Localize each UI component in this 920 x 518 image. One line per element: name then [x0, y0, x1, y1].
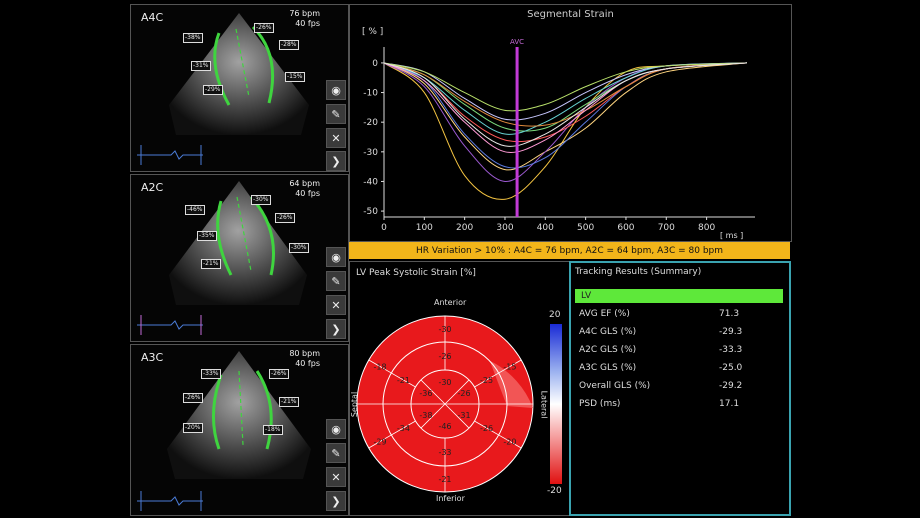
x-tick-label: 100 [416, 223, 433, 233]
strain-plot: 0-10-20-30-40-500 100 200 300 400 500 600 700 80… [363, 38, 755, 233]
echo-view-a3c: A3C 80 bpm 40 fps -33% -26% -26% -21% -20… [130, 344, 349, 516]
outer-segment-value: -15 [503, 363, 516, 372]
segment-label: -46% [185, 205, 205, 215]
view-title: A4C [141, 11, 164, 24]
segment-label: -26% [275, 213, 295, 223]
segment-label: -30% [289, 243, 309, 253]
segmental-strain-panel: Segmental Strain [ % ] [ ms ] 0 -10 -20 -30… [349, 4, 792, 242]
segment-label: -21% [279, 397, 299, 407]
apical-segment-value: -26 [458, 389, 471, 398]
x-tick-label: 600 [617, 223, 634, 233]
eye-icon[interactable]: ◉ [326, 247, 346, 267]
echo-image-a3c [137, 351, 311, 511]
strain-curve [383, 62, 747, 171]
mid-segment-value: -34 [397, 424, 410, 433]
segment-label: -21% [201, 259, 221, 269]
colorbar [550, 324, 562, 484]
y-tick-label: -20 [363, 118, 378, 128]
apical-segment-value: -46 [438, 422, 451, 431]
strain-curve [383, 62, 747, 147]
x-tick-label: 0 [381, 223, 387, 233]
y-tick-label: 0 [372, 59, 378, 69]
apical-segment-value: -31 [458, 411, 471, 420]
x-tick-label: 500 [577, 223, 594, 233]
x-tick-label: 700 [658, 223, 675, 233]
strain-curve [383, 62, 747, 135]
segment-label: -33% [201, 369, 221, 379]
segment-label: -28% [279, 40, 299, 50]
frame-rate: 80 bpm 40 fps [289, 349, 320, 368]
echo-view-a2c: A2C 64 bpm 40 fps -46% -30% -35% -26% -21… [130, 174, 349, 342]
close-icon[interactable]: ✕ [326, 467, 346, 487]
y-tick-label: -10 [363, 89, 378, 99]
lv-header-label: LV [581, 291, 592, 301]
view-title: A3C [141, 351, 164, 364]
segment-label: -15% [285, 72, 305, 82]
outer-segment-value: -18 [374, 363, 387, 372]
x-tick-label: 300 [496, 223, 513, 233]
result-row: A2C GLS (%) -33.3 [579, 345, 743, 355]
outer-segment-value: -21 [438, 475, 451, 484]
tracking-results-panel: Tracking Results (Summary) LV AVG EF (%)… [569, 261, 791, 516]
result-row: A4C GLS (%) -29.3 [579, 327, 743, 337]
view-title: A2C [141, 181, 164, 194]
strain-curve [383, 62, 747, 153]
chevron-right-icon[interactable]: ❯ [326, 151, 346, 171]
segment-label: -26% [269, 369, 289, 379]
pencil-icon[interactable]: ✎ [326, 271, 346, 291]
bullseye-panel: LV Peak Systolic Strain [%] Anterior Inf… [349, 261, 570, 516]
avc-label: AVC [510, 38, 524, 46]
eye-icon[interactable]: ◉ [326, 419, 346, 439]
outer-segment-value: -29 [374, 438, 387, 447]
colorbar-min: -20 [547, 486, 562, 496]
frame-rate: 64 bpm 40 fps [289, 179, 320, 198]
echo-view-a4c: A4C 76 bpm 40 fps -38% -26% -31% -28% -29… [130, 4, 349, 172]
pencil-icon[interactable]: ✎ [326, 104, 346, 124]
result-row: A3C GLS (%) -25.0 [579, 363, 743, 373]
result-row: Overall GLS (%) -29.2 [579, 381, 743, 391]
segment-label: -35% [197, 231, 217, 241]
y-tick-label: -40 [363, 177, 378, 187]
close-icon[interactable]: ✕ [326, 295, 346, 315]
outer-segment-value: -20 [503, 438, 516, 447]
segment-label: -20% [183, 423, 203, 433]
segment-label: -31% [191, 61, 211, 71]
mid-segment-value: -21 [397, 376, 410, 385]
x-tick-label: 800 [698, 223, 715, 233]
mid-segment-value: -25 [480, 376, 493, 385]
segment-label: -38% [183, 33, 203, 43]
mid-segment-value: -26 [480, 424, 493, 433]
pencil-icon[interactable]: ✎ [326, 443, 346, 463]
segment-label: -30% [251, 195, 271, 205]
hr-variation-warning: HR Variation > 10% : A4C = 76 bpm, A2C =… [349, 242, 790, 259]
frame-rate: 76 bpm 40 fps [289, 9, 320, 28]
segment-label: -26% [183, 393, 203, 403]
apical-segment-value: -30 [438, 378, 451, 387]
tracking-title: Tracking Results (Summary) [575, 267, 702, 277]
result-row: PSD (ms) 17.1 [579, 399, 740, 409]
x-tick-label: 400 [537, 223, 554, 233]
close-icon[interactable]: ✕ [326, 128, 346, 148]
eye-icon[interactable]: ◉ [326, 80, 346, 100]
x-tick-label: 200 [456, 223, 473, 233]
outer-segment-value: -30 [438, 325, 451, 334]
echo-image-a4c [137, 13, 309, 165]
lv-header: LV [575, 289, 783, 303]
mid-segment-value: -33 [438, 448, 451, 457]
chevron-right-icon[interactable]: ❯ [326, 319, 346, 339]
echo-image-a2c [137, 181, 307, 335]
result-row: AVG EF (%) 71.3 [579, 309, 740, 319]
segment-label: -29% [203, 85, 223, 95]
segment-label: -18% [263, 425, 283, 435]
y-tick-label: -50 [363, 207, 378, 217]
chevron-right-icon[interactable]: ❯ [326, 491, 346, 511]
segment-label: -26% [254, 23, 274, 33]
apical-segment-value: -38 [419, 411, 432, 420]
y-tick-label: -30 [363, 148, 378, 158]
apical-segment-value: -36 [419, 389, 432, 398]
colorbar-max: 20 [549, 310, 561, 320]
bullseye-plot: -30-15-20-21-29-18-26-25-26-33-34-21 -30-… [356, 315, 562, 493]
mid-segment-value: -26 [438, 352, 451, 361]
